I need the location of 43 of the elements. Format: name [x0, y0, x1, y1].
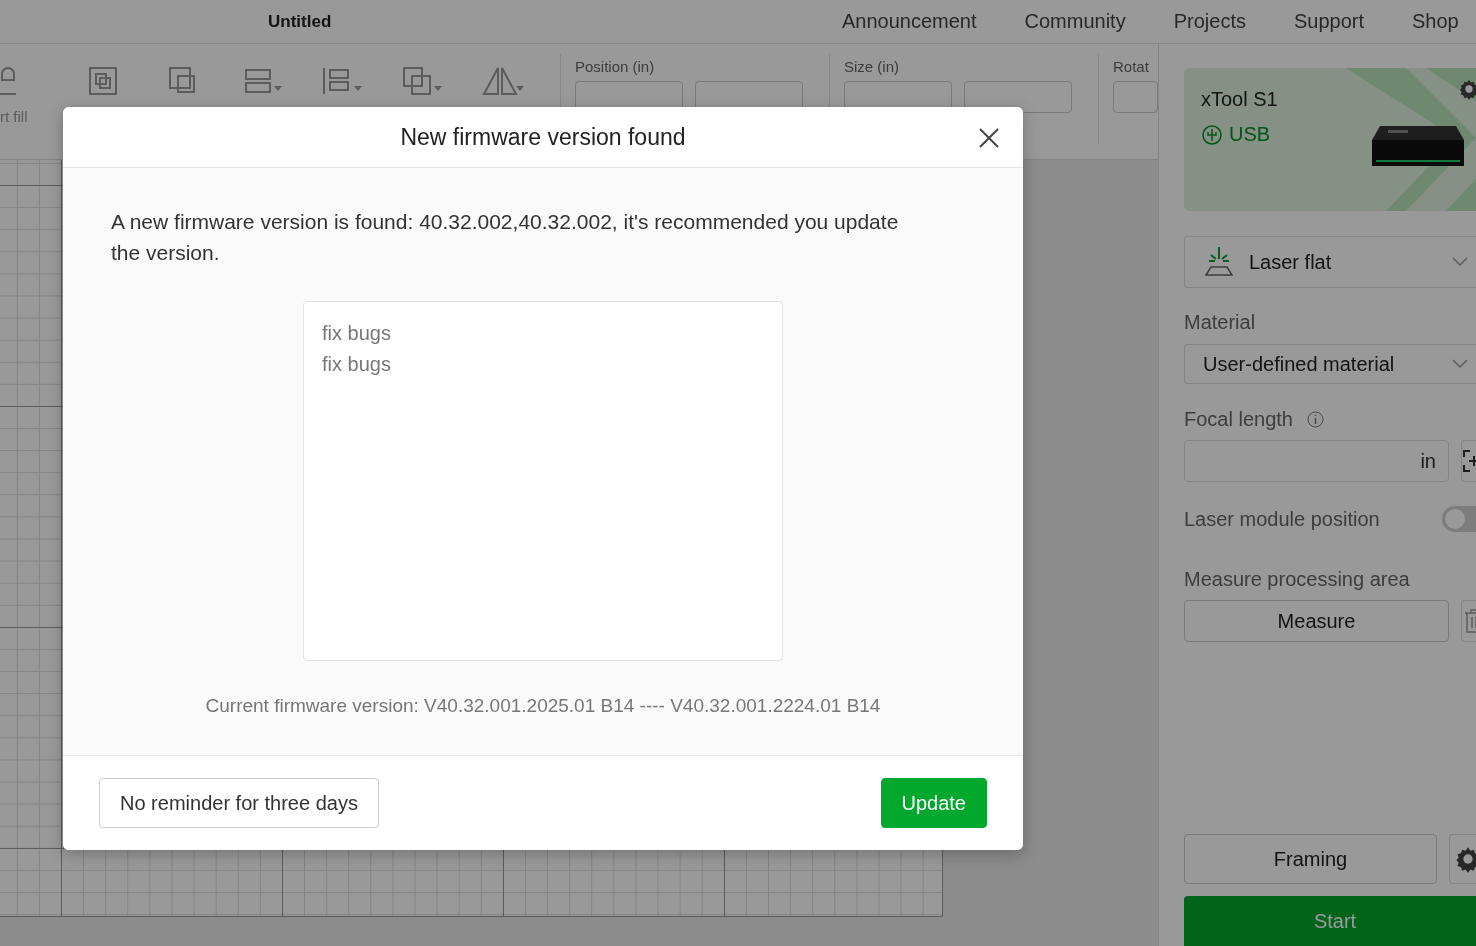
settings-icon[interactable] — [1458, 78, 1476, 100]
unit-label: in — [1420, 449, 1436, 473]
rotate-field[interactable] — [1113, 81, 1158, 113]
toggle-switch[interactable] — [1442, 506, 1476, 532]
update-button[interactable]: Update — [880, 778, 987, 828]
mode-select[interactable]: Laser flat — [1184, 236, 1476, 288]
document-title: Untitled — [268, 11, 333, 32]
laser-icon — [1203, 247, 1235, 277]
version-info: Current firmware version: V40.32.001.2025.01 B14 ---- V40.32.001.2224.01 B14 — [205, 695, 881, 717]
dialog-title: New firmware version found — [400, 123, 686, 151]
field-label: Material — [1184, 311, 1257, 334]
focal-length-field[interactable]: in — [1184, 440, 1449, 482]
chevron-icon — [1452, 359, 1468, 369]
field-label: Laser module position — [1184, 507, 1380, 531]
measure-button[interactable]: Measure — [1184, 600, 1449, 642]
connection-label: USB — [1229, 123, 1271, 146]
release-note: fix bugs — [322, 353, 392, 376]
device-card[interactable]: xTool S1 USB — [1184, 68, 1476, 211]
material-select[interactable]: User-defined material — [1184, 344, 1476, 384]
remind-later-button[interactable]: No reminder for three days — [99, 778, 379, 828]
field-label: Rotat — [1113, 58, 1150, 75]
height-field[interactable] — [964, 81, 1072, 113]
tool-label: rt fill — [0, 108, 28, 125]
nav-link[interactable]: Support — [1293, 10, 1364, 33]
framing-button[interactable]: Framing — [1184, 834, 1437, 884]
field-label: Position (in) — [575, 58, 656, 75]
release-note: fix bugs — [322, 322, 392, 345]
dialog-message: A new firmware version is found: 40.32.002,40.32.002, it's recommended you update the version. — [111, 209, 900, 266]
field-label: Focal length — [1184, 408, 1293, 431]
device-name: xTool S1 — [1201, 88, 1279, 111]
usb-icon — [1201, 123, 1223, 146]
field-label: Size (in) — [844, 58, 900, 75]
settings-icon — [1454, 845, 1476, 873]
settings-button[interactable] — [1449, 834, 1476, 884]
nav-link[interactable]: Projects — [1173, 10, 1246, 33]
field-label: Measure processing area — [1184, 568, 1411, 591]
info-icon[interactable] — [1306, 411, 1324, 428]
nav-link[interactable]: Announcement — [842, 10, 977, 33]
nav-link[interactable]: Community — [1024, 10, 1126, 33]
nav-link[interactable]: Shop — [1412, 10, 1459, 33]
material-value: User-defined material — [1203, 352, 1395, 376]
chevron-icon — [1452, 257, 1468, 267]
mode-value: Laser flat — [1249, 250, 1332, 274]
